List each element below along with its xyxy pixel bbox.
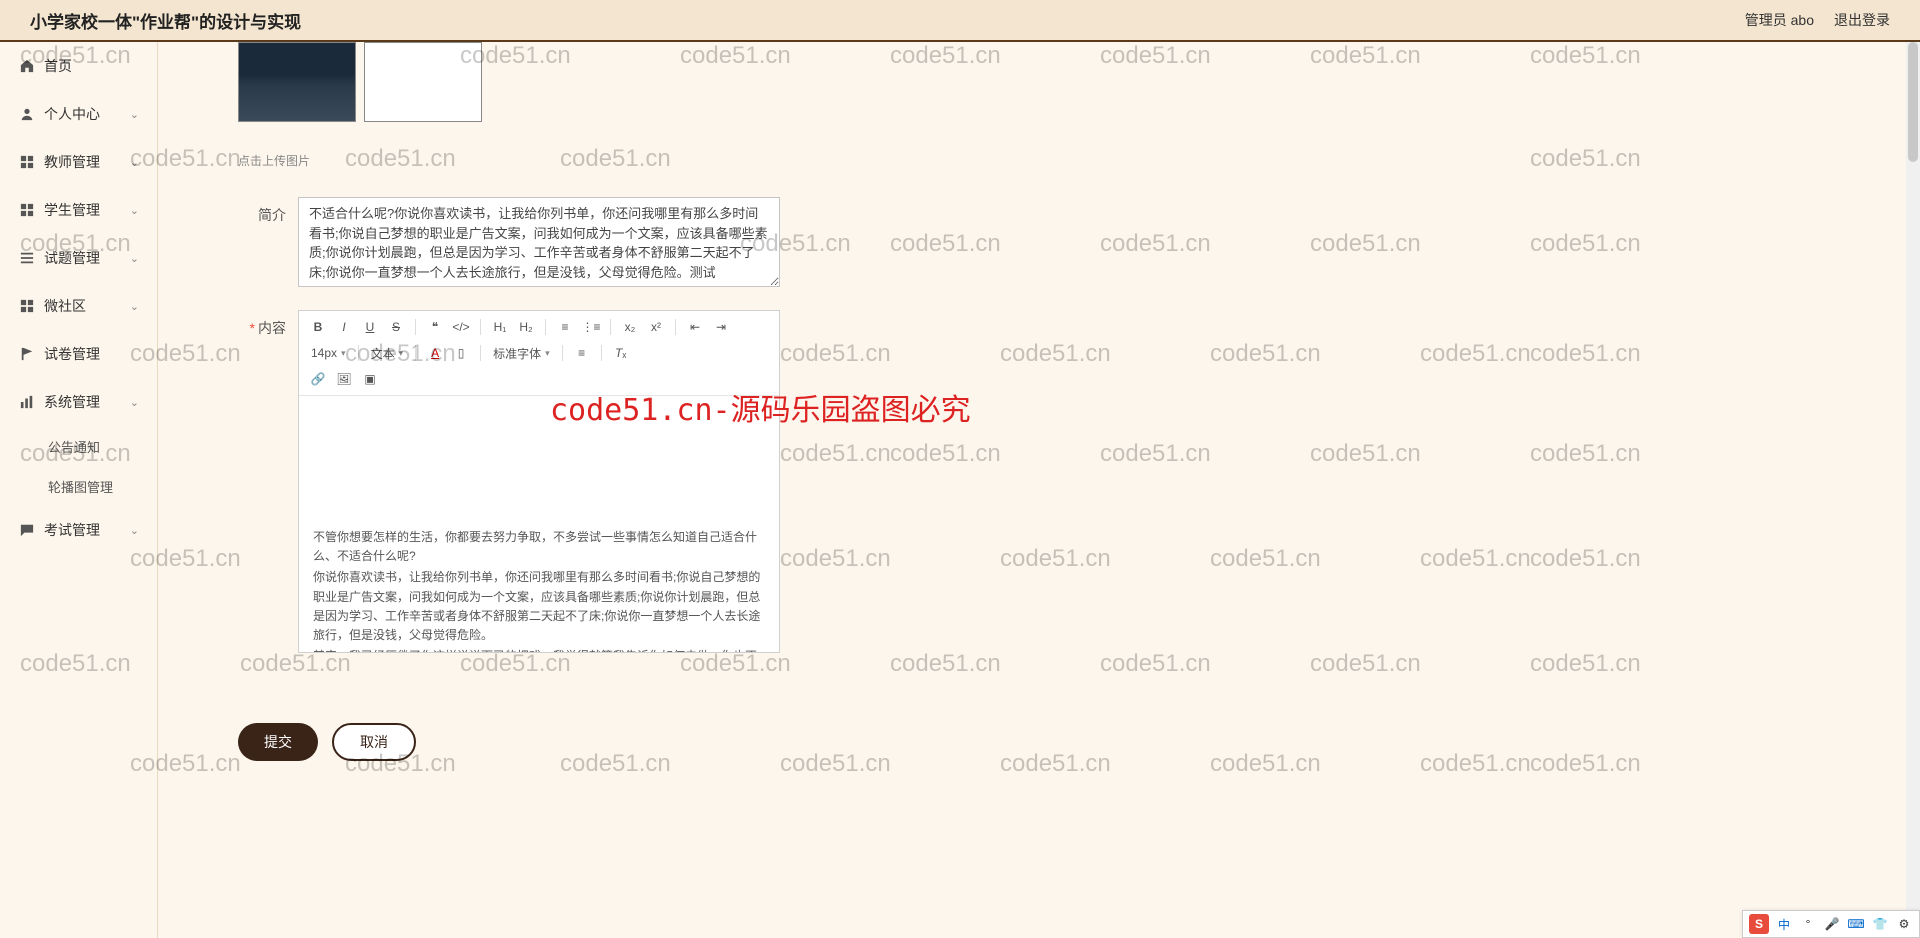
sidebar-item-profile[interactable]: 个人中心 ⌄ [0,90,157,138]
strike-button[interactable]: S [385,316,407,338]
sidebar-item-label: 试卷管理 [44,344,100,364]
brief-label: 简介 [238,197,298,290]
header: 小学家校一体"作业帮"的设计与实现 管理员 abo 退出登录 [0,0,1920,42]
cancel-button[interactable]: 取消 [332,723,416,761]
sidebar-item-question[interactable]: 试题管理 ⌄ [0,234,157,282]
header-user-area: 管理员 abo 退出登录 [1745,10,1890,30]
link-button[interactable]: 🔗 [307,368,329,390]
sidebar-item-system[interactable]: 系统管理 ⌄ [0,378,157,426]
thumbnail-image[interactable] [238,42,356,122]
brief-textarea[interactable] [298,197,780,287]
sidebar-item-community[interactable]: 微社区 ⌄ [0,282,157,330]
ime-logo-icon: S [1749,914,1769,934]
superscript-button[interactable]: x² [645,316,667,338]
chart-icon [20,395,34,409]
outdent-button[interactable]: ⇤ [684,316,706,338]
h1-button[interactable]: H₁ [489,316,511,338]
grid-icon [20,203,34,217]
italic-button[interactable]: I [333,316,355,338]
ime-lang[interactable]: 中 [1775,915,1793,933]
fontsize-select[interactable]: 14px▾ [307,346,350,360]
chevron-down-icon: ⌄ [130,252,139,265]
home-icon [20,59,34,73]
logout-link[interactable]: 退出登录 [1834,10,1890,30]
sidebar-item-label: 学生管理 [44,200,100,220]
sidebar-sub-label: 公告通知 [48,437,100,456]
grid-icon [20,155,34,169]
sidebar-sub-announce[interactable]: 公告通知 [0,426,157,466]
chevron-down-icon: ⌄ [130,156,139,169]
align-button[interactable]: ≡ [571,342,593,364]
bold-button[interactable]: B [307,316,329,338]
bgcolor-button[interactable]: ▯ [450,342,472,364]
sidebar-item-teacher[interactable]: 教师管理 ⌄ [0,138,157,186]
quote-button[interactable]: ❝ [424,316,446,338]
editor-toolbar: B I U S ❝ </> H₁ H₂ ≡ ⋮≡ [299,311,779,396]
sidebar-item-paper[interactable]: 试卷管理 [0,330,157,378]
flag-icon [20,347,34,361]
fontfamily-select[interactable]: 标准字体▾ [489,345,554,362]
sidebar-item-label: 试题管理 [44,248,100,268]
underline-button[interactable]: U [359,316,381,338]
video-button[interactable]: ▣ [359,368,381,390]
indent-button[interactable]: ⇥ [710,316,732,338]
form-actions: 提交 取消 [238,723,1860,761]
content-label: *内容 [238,310,298,653]
ime-toolbar[interactable]: S 中 ° 🎤 ⌨ 👕 ⚙ [1742,910,1920,938]
page-title: 小学家校一体"作业帮"的设计与实现 [30,8,301,33]
grid-icon [20,299,34,313]
ime-skin-icon[interactable]: 👕 [1871,915,1889,933]
message-icon [20,523,34,537]
submit-button[interactable]: 提交 [238,723,318,761]
editor-textarea[interactable]: 不管你想要怎样的生活，你都要去努力争取，不多尝试一些事情怎么知道自己适合什么、不… [299,396,779,652]
sidebar: 首页 个人中心 ⌄ 教师管理 ⌄ 学生管理 ⌄ 试题管理 ⌄ 微社区 ⌄ [0,42,158,938]
sidebar-item-label: 个人中心 [44,104,100,124]
thumbnail-upload-slot[interactable] [364,42,482,122]
sidebar-item-label: 教师管理 [44,152,100,172]
olist-button[interactable]: ≡ [554,316,576,338]
sidebar-item-label: 考试管理 [44,520,100,540]
user-icon [20,107,34,121]
clearformat-button[interactable]: Tₓ [610,342,632,364]
sidebar-item-student[interactable]: 学生管理 ⌄ [0,186,157,234]
chevron-down-icon: ⌄ [130,108,139,121]
chevron-down-icon: ⌄ [130,396,139,409]
chevron-down-icon: ⌄ [130,204,139,217]
upload-hint: 点击上传图片 [238,152,1860,169]
chevron-down-icon: ⌄ [130,300,139,313]
chevron-down-icon: ⌄ [130,524,139,537]
sidebar-item-exam[interactable]: 考试管理 ⌄ [0,506,157,554]
ime-punct-icon[interactable]: ° [1799,915,1817,933]
admin-label[interactable]: 管理员 abo [1745,10,1814,30]
image-thumbnails [238,42,1860,122]
code-button[interactable]: </> [450,316,472,338]
ime-settings-icon[interactable]: ⚙ [1895,915,1913,933]
sidebar-sub-carousel[interactable]: 轮播图管理 [0,466,157,506]
sidebar-item-label: 微社区 [44,296,86,316]
sidebar-sub-label: 轮播图管理 [48,477,113,496]
content-area: 点击上传图片 简介 *内容 B I U S ❝ [158,42,1920,938]
ulist-button[interactable]: ⋮≡ [580,316,602,338]
content-scrollbar[interactable] [1906,42,1920,938]
texttype-select[interactable]: 文本▾ [367,345,408,362]
ime-keyboard-icon[interactable]: ⌨ [1847,915,1865,933]
ime-mic-icon[interactable]: 🎤 [1823,915,1841,933]
rich-editor: B I U S ❝ </> H₁ H₂ ≡ ⋮≡ [298,310,780,653]
sidebar-item-label: 系统管理 [44,392,100,412]
h2-button[interactable]: H₂ [515,316,537,338]
subscript-button[interactable]: x₂ [619,316,641,338]
fontcolor-button[interactable]: A [424,342,446,364]
sidebar-item-home[interactable]: 首页 [0,42,157,90]
list-icon [20,251,34,265]
image-button[interactable]: 🖼 [333,368,355,390]
sidebar-item-label: 首页 [44,56,72,76]
